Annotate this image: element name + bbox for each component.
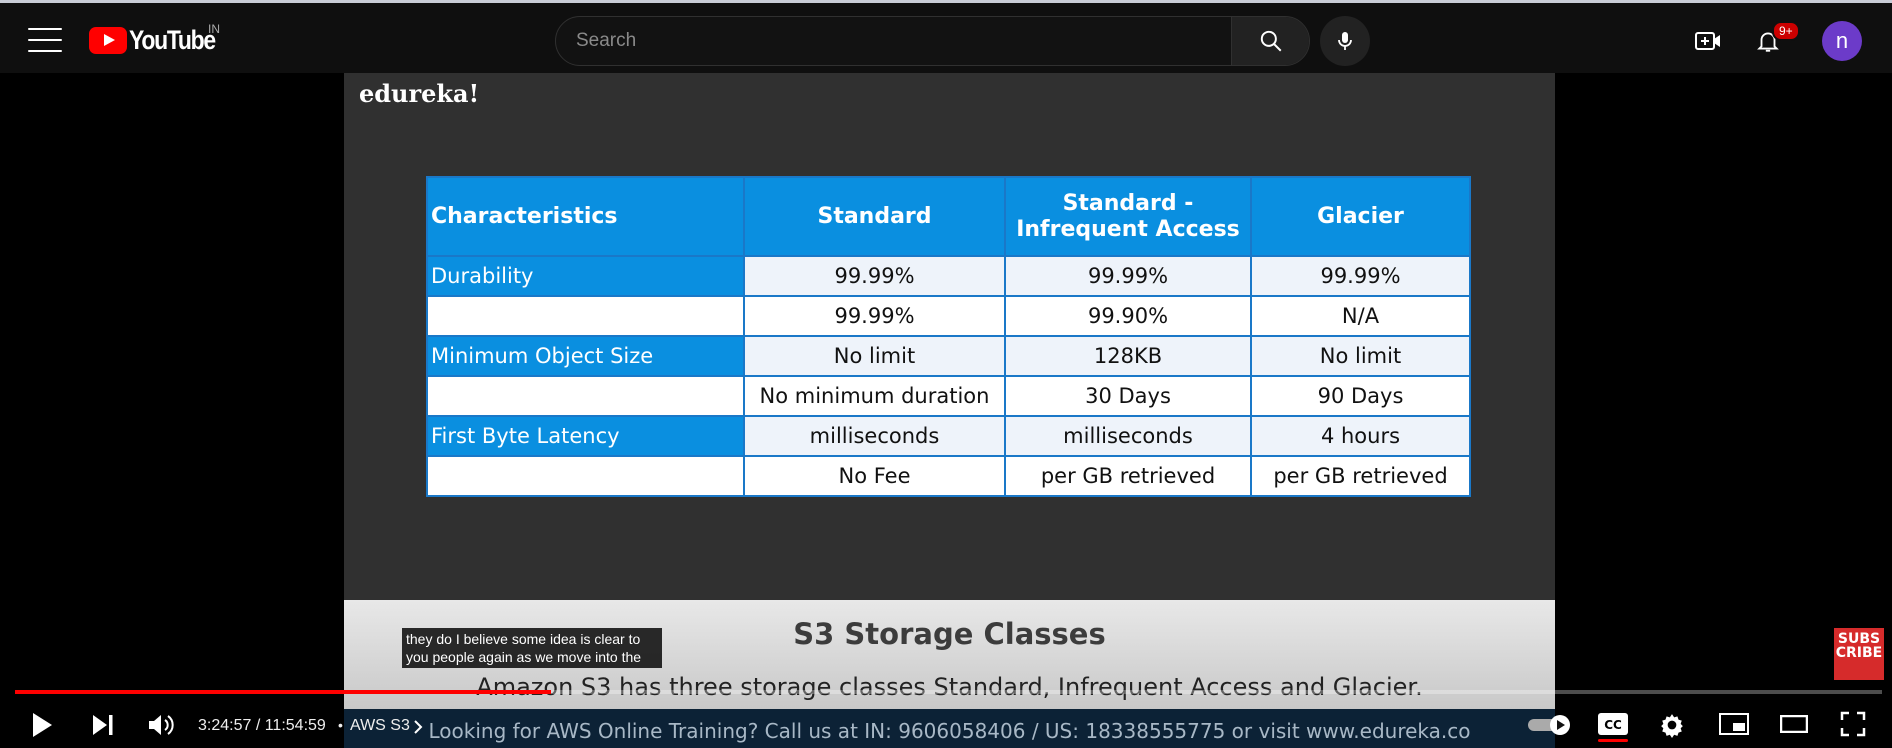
table-header-row: Characteristics Standard Standard - Infr… [426, 176, 1471, 257]
cc-active-indicator [1598, 739, 1628, 742]
table-cell: 99.99% [1250, 255, 1471, 297]
create-button[interactable] [1692, 25, 1724, 57]
table-row: Availability 99.99% 99.90% N/A [426, 295, 1471, 337]
video-create-icon [1695, 32, 1720, 50]
table-cell: 30 Days [1004, 375, 1252, 417]
subscribe-watermark[interactable]: SUBS CRIBE [1834, 628, 1884, 680]
masthead: YouTube IN 9+ n [0, 3, 1892, 73]
search-input[interactable] [556, 17, 1231, 65]
row-label: Minimum Storage Duration [426, 375, 745, 417]
edureka-logo: edureka! [359, 79, 480, 108]
table-cell: No Fee [743, 455, 1006, 497]
search-button[interactable] [1231, 17, 1309, 65]
cc-icon: CC [1598, 713, 1628, 735]
table-cell: 99.90% [1004, 295, 1252, 337]
table-cell: No limit [743, 335, 1006, 377]
table-row: First Byte Latency milliseconds millisecon… [426, 415, 1471, 457]
table-cell: 99.99% [1004, 255, 1252, 297]
table-cell: per GB retrieved [1250, 455, 1471, 497]
table-header: Characteristics [426, 176, 745, 257]
search-bar [555, 16, 1310, 66]
next-button[interactable] [90, 712, 116, 738]
fullscreen-icon [1840, 711, 1866, 737]
volume-icon [149, 715, 174, 735]
play-button[interactable] [28, 712, 56, 738]
mute-button[interactable] [146, 711, 176, 739]
table-cell: per GB retrieved [1004, 455, 1252, 497]
svg-text:CC: CC [1604, 718, 1622, 732]
chevron-right-icon[interactable] [412, 719, 424, 735]
table-cell: No minimum duration [743, 375, 1006, 417]
table-row: Minimum Storage Duration No minimum durat… [426, 375, 1471, 417]
chapter-separator: • [338, 717, 343, 733]
youtube-play-icon [89, 27, 127, 54]
gear-icon [1661, 714, 1683, 738]
play-icon [33, 713, 52, 737]
search-icon [1260, 30, 1281, 52]
table-header: Standard - Infrequent Access [1004, 176, 1252, 257]
settings-button[interactable] [1658, 711, 1686, 739]
notification-badge: 9+ [1772, 21, 1800, 41]
chapter-title[interactable]: AWS S3 [350, 717, 410, 735]
closed-caption: they do I believe some idea is clear to … [402, 628, 662, 668]
time-display: 3:24:57 / 11:54:59 [198, 717, 326, 734]
caption-line: you people again as we move into the [406, 649, 642, 665]
theater-mode-button[interactable] [1778, 713, 1810, 735]
storage-classes-table: Characteristics Standard Standard - Infr… [426, 176, 1471, 497]
subtitles-button[interactable]: CC [1598, 713, 1628, 735]
autoplay-toggle[interactable] [1528, 715, 1572, 735]
table-cell: 128KB [1004, 335, 1252, 377]
skip-next-icon [93, 715, 113, 735]
logo-text: YouTube [129, 25, 216, 55]
table-cell: 4 hours [1250, 415, 1471, 457]
table-row: Retrieval Fee No Fee per GB retrieved per G… [426, 455, 1471, 497]
table-row: Durability 99.99% 99.99% 99.99% [426, 255, 1471, 297]
table-header: Standard [743, 176, 1006, 257]
progress-played [15, 690, 551, 694]
slide-subtitle: Amazon S3 has three storage classes Stan… [476, 673, 1423, 701]
table-cell: N/A [1250, 295, 1471, 337]
menu-icon[interactable] [28, 28, 62, 52]
player-controls: 3:24:57 / 11:54:59 • AWS S3 CC [0, 701, 1892, 748]
microphone-icon [1338, 32, 1352, 50]
miniplayer-icon [1719, 713, 1749, 735]
table-cell: milliseconds [1004, 415, 1252, 457]
table-cell: No limit [1250, 335, 1471, 377]
table-cell: milliseconds [743, 415, 1006, 457]
fullscreen-button[interactable] [1838, 711, 1868, 737]
miniplayer-button[interactable] [1718, 711, 1750, 737]
table-cell: 99.99% [743, 255, 1006, 297]
row-label: Minimum Object Size [426, 335, 745, 377]
table-cell: 99.99% [743, 295, 1006, 337]
row-label: First Byte Latency [426, 415, 745, 457]
table-header: Glacier [1250, 176, 1471, 257]
table-row: Minimum Object Size No limit 128KB No limit [426, 335, 1471, 377]
row-label: Retrieval Fee [426, 455, 745, 497]
voice-search-button[interactable] [1320, 16, 1370, 66]
avatar[interactable]: n [1822, 21, 1862, 61]
table-cell: 90 Days [1250, 375, 1471, 417]
row-label: Durability [426, 255, 745, 297]
row-label: Availability [426, 295, 745, 337]
video-player[interactable]: edureka! Characteristics Standard Standa… [0, 73, 1892, 748]
theater-icon [1780, 715, 1808, 733]
region-code: IN [208, 22, 220, 36]
caption-line: they do I believe some idea is clear to [406, 631, 641, 647]
